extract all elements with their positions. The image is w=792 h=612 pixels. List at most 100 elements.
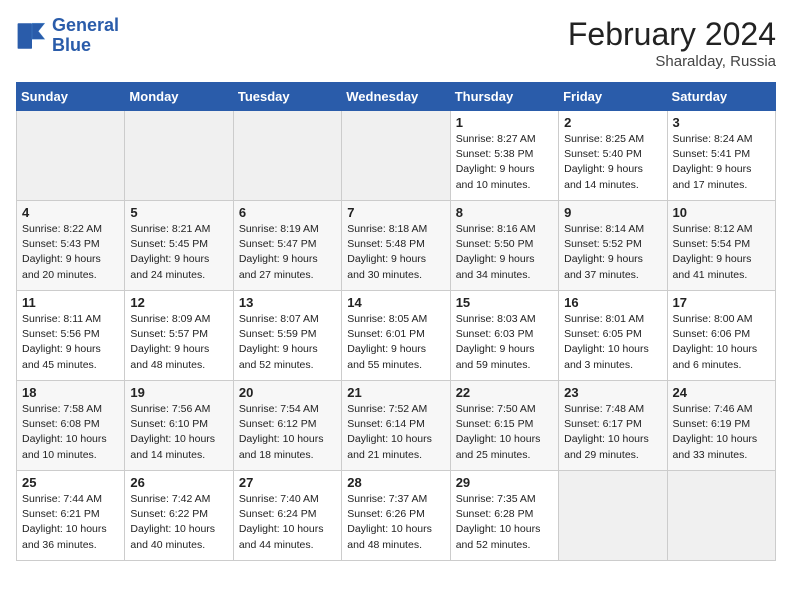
day-info: Sunrise: 8:16 AMSunset: 5:50 PMDaylight:…: [456, 222, 553, 283]
calendar-cell: 3 Sunrise: 8:24 AMSunset: 5:41 PMDaylight…: [667, 111, 775, 201]
calendar-cell: [125, 111, 233, 201]
title-block: February 2024 Sharalday, Russia: [568, 16, 776, 70]
day-number: 10: [673, 205, 770, 220]
day-info: Sunrise: 7:42 AMSunset: 6:22 PMDaylight:…: [130, 492, 227, 553]
calendar-cell: 19Sunrise: 7:56 AMSunset: 6:10 PMDayligh…: [125, 381, 233, 471]
calendar-cell: [342, 111, 450, 201]
day-info: Sunrise: 8:09 AMSunset: 5:57 PMDaylight:…: [130, 312, 227, 373]
calendar-cell: 13Sunrise: 8:07 AMSunset: 5:59 PMDayligh…: [233, 291, 341, 381]
day-info: Sunrise: 7:50 AMSunset: 6:15 PMDaylight:…: [456, 402, 553, 463]
calendar-week-row: 4Sunrise: 8:22 AMSunset: 5:43 PMDaylight…: [17, 201, 776, 291]
calendar-cell: [667, 471, 775, 561]
calendar-week-row: 11Sunrise: 8:11 AMSunset: 5:56 PMDayligh…: [17, 291, 776, 381]
day-number: 6: [239, 205, 336, 220]
calendar-cell: [17, 111, 125, 201]
day-info: Sunrise: 8:27 AMSunset: 5:38 PMDaylight:…: [456, 132, 553, 193]
day-info: Sunrise: 7:52 AMSunset: 6:14 PMDaylight:…: [347, 402, 444, 463]
calendar-cell: 11Sunrise: 8:11 AMSunset: 5:56 PMDayligh…: [17, 291, 125, 381]
calendar-cell: 16 Sunrise: 8:01 AMSunset: 6:05 PMDayligh…: [559, 291, 667, 381]
day-number: 5: [130, 205, 227, 220]
day-number: 2: [564, 115, 661, 130]
day-number: 14: [347, 295, 444, 310]
day-info: Sunrise: 8:12 AMSunset: 5:54 PMDaylight:…: [673, 222, 770, 283]
calendar-cell: 24 Sunrise: 7:46 AMSunset: 6:19 PMDayligh…: [667, 381, 775, 471]
day-number: 13: [239, 295, 336, 310]
weekday-header-tuesday: Tuesday: [233, 83, 341, 111]
location-subtitle: Sharalday, Russia: [568, 53, 776, 70]
calendar-cell: 21 Sunrise: 7:52 AMSunset: 6:14 PMDayligh…: [342, 381, 450, 471]
weekday-header-saturday: Saturday: [667, 83, 775, 111]
calendar-cell: 5 Sunrise: 8:21 AMSunset: 5:45 PMDaylight…: [125, 201, 233, 291]
day-number: 19: [130, 385, 227, 400]
day-info: Sunrise: 8:22 AMSunset: 5:43 PMDaylight:…: [22, 222, 119, 283]
calendar-cell: 25Sunrise: 7:44 AMSunset: 6:21 PMDayligh…: [17, 471, 125, 561]
day-number: 22: [456, 385, 553, 400]
calendar-cell: 2 Sunrise: 8:25 AMSunset: 5:40 PMDaylight…: [559, 111, 667, 201]
calendar-cell: 18Sunrise: 7:58 AMSunset: 6:08 PMDayligh…: [17, 381, 125, 471]
day-info: Sunrise: 8:01 AMSunset: 6:05 PMDaylight:…: [564, 312, 661, 373]
day-info: Sunrise: 7:37 AMSunset: 6:26 PMDaylight:…: [347, 492, 444, 553]
weekday-header-thursday: Thursday: [450, 83, 558, 111]
calendar-cell: 27 Sunrise: 7:40 AMSunset: 6:24 PMDayligh…: [233, 471, 341, 561]
day-number: 29: [456, 475, 553, 490]
day-info: Sunrise: 7:48 AMSunset: 6:17 PMDaylight:…: [564, 402, 661, 463]
calendar-cell: 14 Sunrise: 8:05 AMSunset: 6:01 PMDayligh…: [342, 291, 450, 381]
day-info: Sunrise: 7:40 AMSunset: 6:24 PMDaylight:…: [239, 492, 336, 553]
logo-icon: [16, 20, 48, 52]
day-number: 16: [564, 295, 661, 310]
day-info: Sunrise: 7:35 AMSunset: 6:28 PMDaylight:…: [456, 492, 553, 553]
day-info: Sunrise: 8:21 AMSunset: 5:45 PMDaylight:…: [130, 222, 227, 283]
day-info: Sunrise: 8:19 AMSunset: 5:47 PMDaylight:…: [239, 222, 336, 283]
day-number: 18: [22, 385, 119, 400]
calendar-cell: 7Sunrise: 8:18 AMSunset: 5:48 PMDaylight…: [342, 201, 450, 291]
calendar-table: SundayMondayTuesdayWednesdayThursdayFrid…: [16, 82, 776, 561]
calendar-cell: 6 Sunrise: 8:19 AMSunset: 5:47 PMDaylight…: [233, 201, 341, 291]
day-info: Sunrise: 8:05 AMSunset: 6:01 PMDaylight:…: [347, 312, 444, 373]
calendar-cell: [559, 471, 667, 561]
day-info: Sunrise: 8:03 AMSunset: 6:03 PMDaylight:…: [456, 312, 553, 373]
day-info: Sunrise: 7:54 AMSunset: 6:12 PMDaylight:…: [239, 402, 336, 463]
page-header: General Blue February 2024 Sharalday, Ru…: [16, 16, 776, 70]
calendar-cell: 26 Sunrise: 7:42 AMSunset: 6:22 PMDayligh…: [125, 471, 233, 561]
day-number: 3: [673, 115, 770, 130]
calendar-week-row: 25Sunrise: 7:44 AMSunset: 6:21 PMDayligh…: [17, 471, 776, 561]
logo: General Blue: [16, 16, 119, 56]
weekday-header-row: SundayMondayTuesdayWednesdayThursdayFrid…: [17, 83, 776, 111]
day-number: 27: [239, 475, 336, 490]
calendar-cell: 1Sunrise: 8:27 AMSunset: 5:38 PMDaylight…: [450, 111, 558, 201]
calendar-week-row: 18Sunrise: 7:58 AMSunset: 6:08 PMDayligh…: [17, 381, 776, 471]
day-number: 7: [347, 205, 444, 220]
weekday-header-sunday: Sunday: [17, 83, 125, 111]
weekday-header-monday: Monday: [125, 83, 233, 111]
month-year-title: February 2024: [568, 16, 776, 53]
day-info: Sunrise: 7:46 AMSunset: 6:19 PMDaylight:…: [673, 402, 770, 463]
day-info: Sunrise: 8:14 AMSunset: 5:52 PMDaylight:…: [564, 222, 661, 283]
day-number: 8: [456, 205, 553, 220]
day-info: Sunrise: 8:25 AMSunset: 5:40 PMDaylight:…: [564, 132, 661, 193]
calendar-cell: 22 Sunrise: 7:50 AMSunset: 6:15 PMDayligh…: [450, 381, 558, 471]
calendar-week-row: 1Sunrise: 8:27 AMSunset: 5:38 PMDaylight…: [17, 111, 776, 201]
day-number: 12: [130, 295, 227, 310]
calendar-cell: 28 Sunrise: 7:37 AMSunset: 6:26 PMDayligh…: [342, 471, 450, 561]
logo-text-line1: General: [52, 16, 119, 36]
day-number: 20: [239, 385, 336, 400]
calendar-cell: 10 Sunrise: 8:12 AMSunset: 5:54 PMDayligh…: [667, 201, 775, 291]
calendar-cell: 9 Sunrise: 8:14 AMSunset: 5:52 PMDaylight…: [559, 201, 667, 291]
day-number: 23: [564, 385, 661, 400]
day-number: 9: [564, 205, 661, 220]
calendar-cell: 4Sunrise: 8:22 AMSunset: 5:43 PMDaylight…: [17, 201, 125, 291]
day-info: Sunrise: 7:44 AMSunset: 6:21 PMDaylight:…: [22, 492, 119, 553]
calendar-cell: 29 Sunrise: 7:35 AMSunset: 6:28 PMDayligh…: [450, 471, 558, 561]
calendar-cell: 12 Sunrise: 8:09 AMSunset: 5:57 PMDayligh…: [125, 291, 233, 381]
day-number: 21: [347, 385, 444, 400]
day-info: Sunrise: 8:24 AMSunset: 5:41 PMDaylight:…: [673, 132, 770, 193]
calendar-cell: 20 Sunrise: 7:54 AMSunset: 6:12 PMDayligh…: [233, 381, 341, 471]
weekday-header-friday: Friday: [559, 83, 667, 111]
calendar-cell: 23 Sunrise: 7:48 AMSunset: 6:17 PMDayligh…: [559, 381, 667, 471]
calendar-cell: [233, 111, 341, 201]
day-info: Sunrise: 8:00 AMSunset: 6:06 PMDaylight:…: [673, 312, 770, 373]
day-number: 24: [673, 385, 770, 400]
day-number: 28: [347, 475, 444, 490]
day-info: Sunrise: 8:11 AMSunset: 5:56 PMDaylight:…: [22, 312, 119, 373]
day-number: 26: [130, 475, 227, 490]
